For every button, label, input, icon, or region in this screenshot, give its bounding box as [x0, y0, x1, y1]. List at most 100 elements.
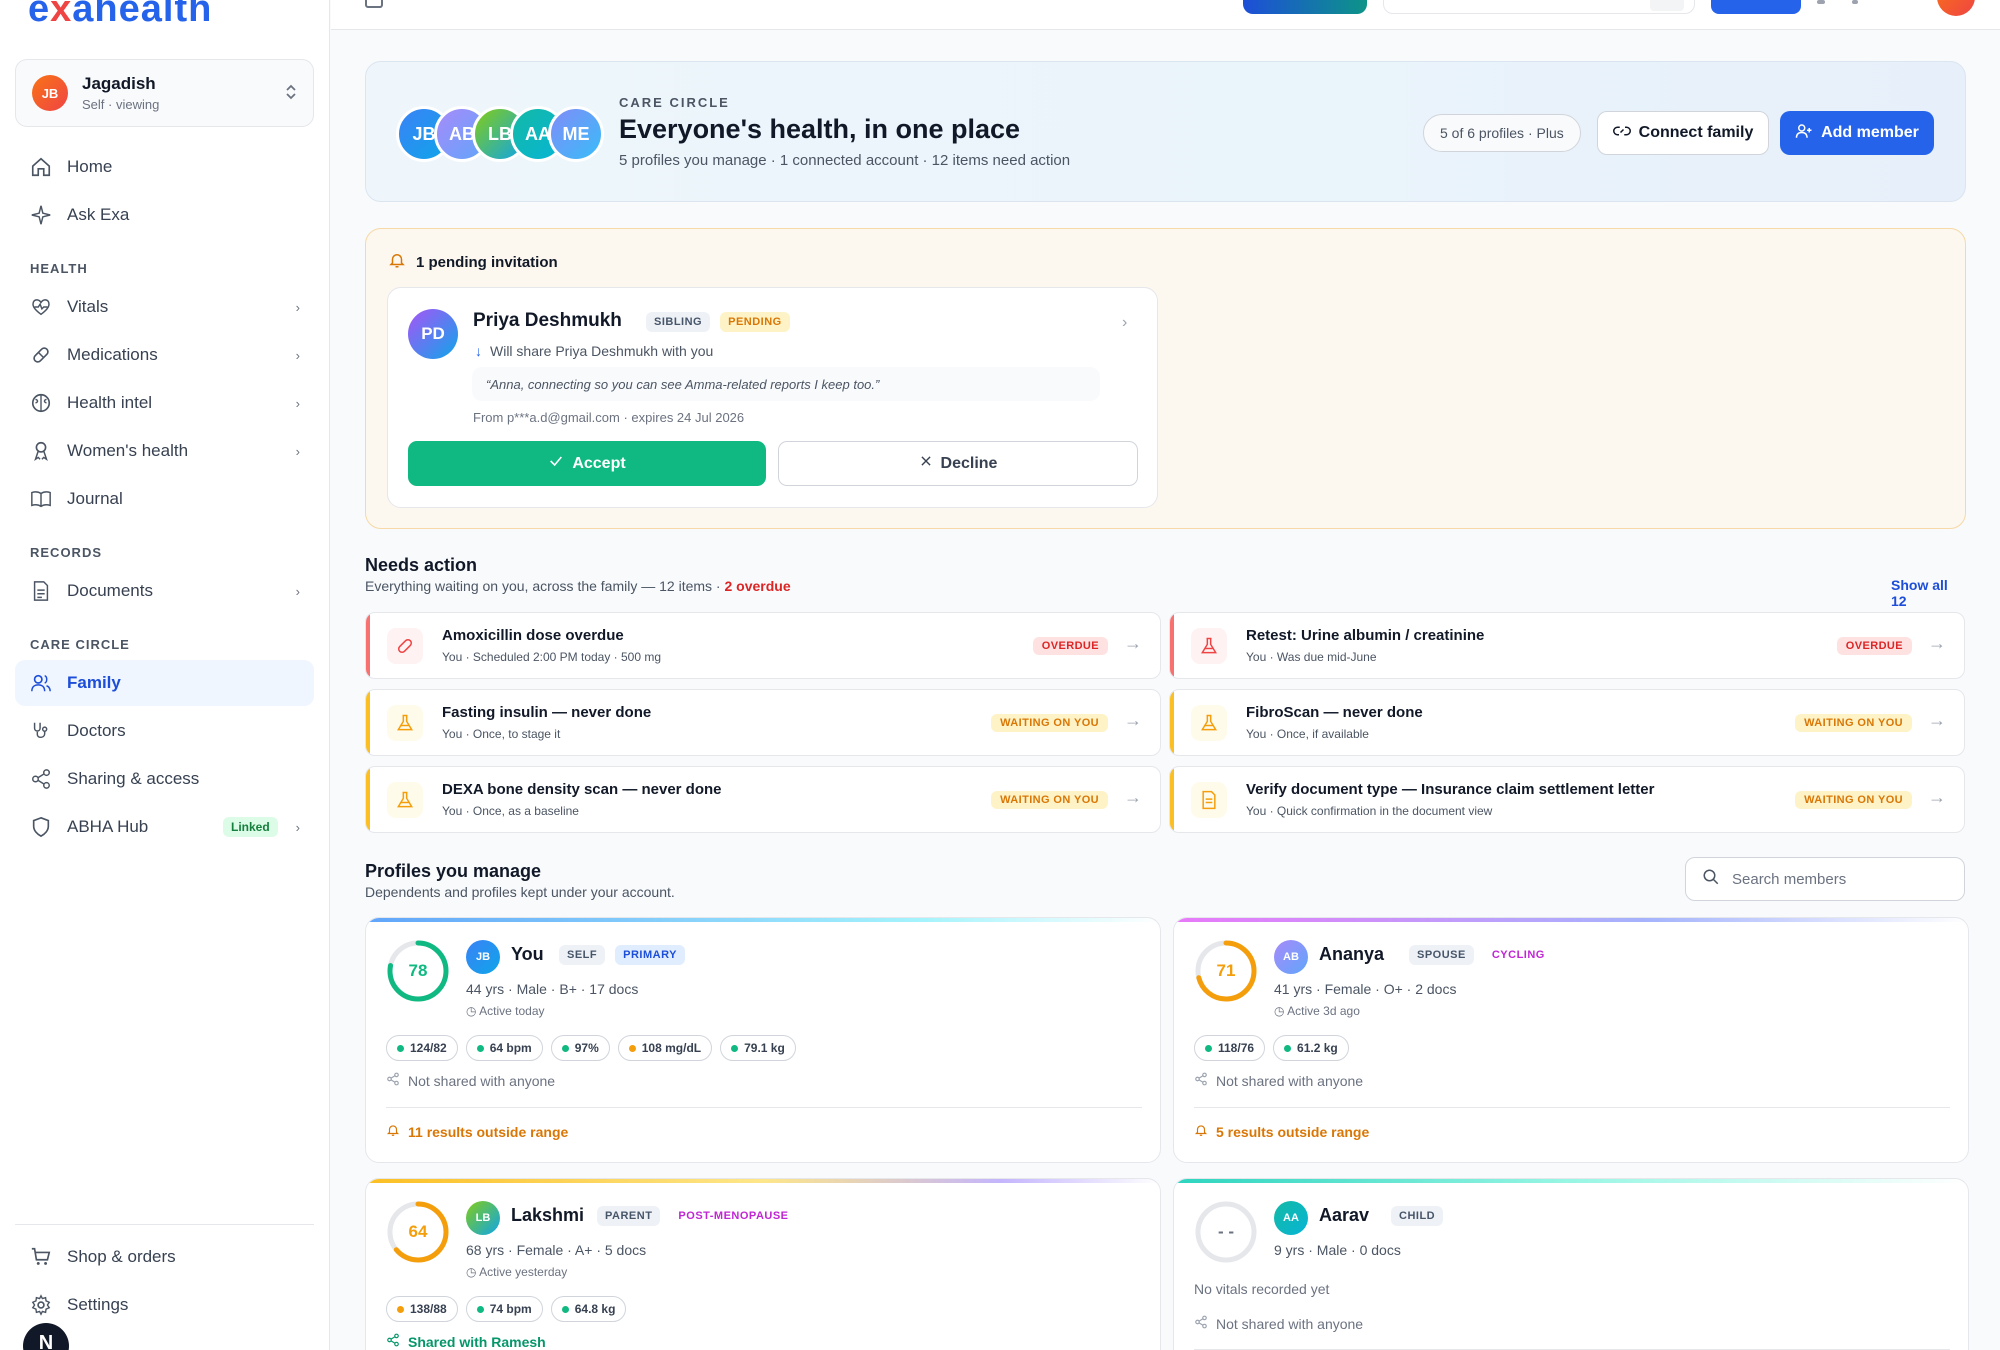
sidebar-item-doctors[interactable]: Doctors — [15, 708, 314, 754]
overdue-count: 2 overdue — [724, 578, 791, 594]
member-meta: 68 yrs · Female · A+ · 5 docs — [466, 1242, 647, 1258]
notification-icon[interactable] — [1817, 0, 1825, 4]
sidebar-item-medications[interactable]: Medications › — [15, 332, 314, 378]
primary-badge: PRIMARY — [615, 945, 685, 965]
vitals-chips: 138/88 74 bpm 64.8 kg — [386, 1296, 627, 1322]
action-item[interactable]: Fasting insulin — never done You · Once,… — [365, 689, 1161, 756]
sidebar-divider — [15, 1224, 314, 1225]
sidebar-item-shop[interactable]: Shop & orders — [15, 1234, 314, 1280]
life-stage-badge: POST-MENOPAUSE — [678, 1210, 789, 1222]
add-member-button[interactable]: Add member — [1780, 111, 1934, 155]
vital-chip[interactable]: 108 mg/dL — [617, 1035, 713, 1061]
link-icon — [1612, 122, 1631, 145]
upgrade-button[interactable] — [1243, 0, 1367, 14]
vital-chip[interactable]: 74 bpm — [465, 1296, 543, 1322]
vital-chip[interactable]: 124/82 — [386, 1035, 458, 1061]
avatar-stack: JB AB LB AA ME — [396, 106, 604, 162]
sidebar-toggle-icon[interactable] — [365, 0, 383, 8]
profile-card[interactable]: - - AA Aarav CHILD 9 yrs · Male · 0 docs… — [1173, 1178, 1969, 1350]
sidebar-item-settings[interactable]: Settings — [15, 1282, 314, 1328]
connect-family-button[interactable]: Connect family — [1597, 111, 1769, 155]
chevron-right-icon: › — [295, 443, 300, 459]
hero-eyebrow: CARE CIRCLE — [619, 95, 730, 110]
action-item[interactable]: Amoxicillin dose overdue You · Scheduled… — [365, 612, 1161, 679]
action-sub: You · Was due mid-June — [1246, 650, 1377, 664]
action-item[interactable]: FibroScan — never done You · Once, if av… — [1169, 689, 1965, 756]
vital-chip[interactable]: 97% — [550, 1035, 610, 1061]
action-item[interactable]: Retest: Urine albumin / creatinine You ·… — [1169, 612, 1965, 679]
sidebar-item-home[interactable]: Home — [15, 144, 314, 190]
chevron-right-icon: › — [295, 299, 300, 315]
profile-card[interactable]: 64 LB Lakshmi PARENT POST-MENOPAUSE 68 y… — [365, 1178, 1161, 1350]
vital-chip[interactable]: 61.2 kg — [1273, 1035, 1349, 1061]
profile-card[interactable]: 78 JB You SELF PRIMARY 44 yrs · Male · B… — [365, 917, 1161, 1163]
share-note: ↓ Will share Priya Deshmukh with you — [475, 343, 714, 359]
status-badge: OVERDUE — [1032, 637, 1108, 655]
health-score: 71 — [1216, 961, 1236, 980]
accept-button[interactable]: Accept — [408, 441, 766, 486]
sidebar-item-health-intel[interactable]: Health intel › — [15, 380, 314, 426]
vital-chip[interactable]: 64 bpm — [465, 1035, 543, 1061]
plan-pill[interactable]: 5 of 6 profiles · Plus — [1423, 114, 1581, 152]
bell-icon — [386, 1123, 400, 1140]
action-accent — [366, 690, 370, 755]
invitation-header: 1 pending invitation — [388, 251, 558, 273]
pill-icon — [29, 343, 53, 367]
action-title: FibroScan — never done — [1246, 704, 1423, 721]
action-accent — [366, 613, 370, 678]
action-item[interactable]: DEXA bone density scan — never done You … — [365, 766, 1161, 833]
action-title: Fasting insulin — never done — [442, 704, 652, 721]
top-action-button[interactable] — [1711, 0, 1801, 14]
share-icon — [29, 767, 53, 791]
ribbon-icon — [29, 439, 53, 463]
profile-card[interactable]: 71 AB Ananya SPOUSE CYCLING 41 yrs · Fem… — [1173, 917, 1969, 1163]
vital-chip[interactable]: 118/76 — [1194, 1035, 1266, 1061]
sidebar-item-vitals[interactable]: Vitals › — [15, 284, 314, 330]
nav-section-health: HEALTH — [30, 261, 88, 276]
decline-button[interactable]: Decline — [778, 441, 1138, 486]
out-of-range-alert[interactable]: 5 results outside range — [1194, 1123, 1369, 1140]
share-status: Not shared with anyone — [386, 1072, 555, 1089]
app-logo[interactable]: exahealth — [28, 0, 212, 31]
linked-badge: Linked — [222, 817, 278, 837]
member-active: ◷ Active 3d ago — [1274, 1004, 1360, 1018]
action-sub: You · Once, to stage it — [442, 727, 561, 741]
arrow-right-icon: → — [1928, 787, 1946, 807]
global-search[interactable] — [1383, 0, 1695, 14]
sidebar-item-womens-health[interactable]: Women's health › — [15, 428, 314, 474]
pending-invitations: 1 pending invitation PD Priya Deshmukh S… — [365, 228, 1966, 529]
relation-badge: SELF — [559, 945, 606, 965]
user-avatar[interactable] — [1937, 0, 1975, 16]
chevron-right-icon[interactable]: › — [1122, 314, 1127, 332]
sidebar-item-family[interactable]: Family — [15, 660, 314, 706]
sidebar-item-abha[interactable]: ABHA Hub Linked › — [15, 804, 314, 850]
sidebar-item-documents[interactable]: Documents › — [15, 568, 314, 614]
card-divider — [1194, 1107, 1950, 1108]
sidebar-item-ask-exa[interactable]: Ask Exa — [15, 192, 314, 238]
out-of-range-alert[interactable]: 11 results outside range — [386, 1123, 568, 1140]
invitation-card[interactable]: PD Priya Deshmukh SIBLING PENDING ↓ Will … — [387, 287, 1158, 508]
hero-subtitle: 5 profiles you manage · 1 connected acco… — [619, 152, 1071, 169]
profile-switcher[interactable]: JB Jagadish Self · viewing — [15, 59, 314, 127]
search-members-input[interactable]: Search members — [1685, 857, 1965, 901]
relation-badge: SPOUSE — [1409, 945, 1474, 965]
help-icon[interactable] — [1852, 0, 1858, 4]
vital-chip[interactable]: 138/88 — [386, 1296, 458, 1322]
sidebar: exahealth JB Jagadish Self · viewing Hom… — [0, 0, 330, 1350]
vital-chip[interactable]: 79.1 kg — [720, 1035, 796, 1061]
chevron-right-icon: › — [295, 583, 300, 599]
show-all-link[interactable]: Show all 12 — [1891, 577, 1967, 609]
invitation-from: From p***a.d@gmail.com · expires 24 Jul … — [473, 410, 745, 425]
status-badge: WAITING ON YOU — [991, 714, 1108, 732]
arrow-right-icon: → — [1124, 787, 1142, 807]
action-item[interactable]: Verify document type — Insurance claim s… — [1169, 766, 1965, 833]
vital-chip[interactable]: 64.8 kg — [550, 1296, 627, 1322]
sidebar-item-journal[interactable]: Journal — [15, 476, 314, 522]
member-avatar: JB — [466, 940, 500, 974]
clock-icon: ◷ — [466, 1265, 480, 1279]
brain-icon — [29, 391, 53, 415]
avatar[interactable]: ME — [548, 106, 604, 162]
member-meta: 41 yrs · Female · O+ · 2 docs — [1274, 981, 1457, 997]
invitee-tags: SIBLING PENDING — [646, 312, 790, 332]
sidebar-item-sharing[interactable]: Sharing & access — [15, 756, 314, 802]
